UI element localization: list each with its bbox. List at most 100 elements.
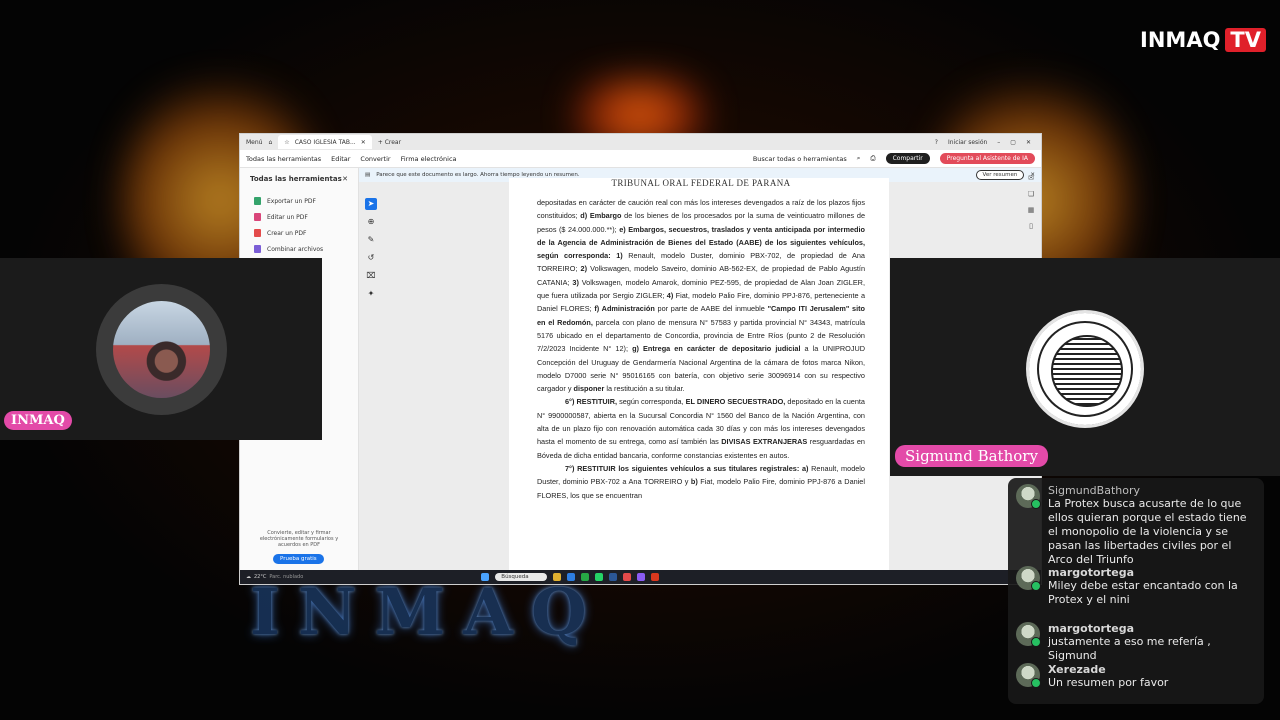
pen-icon[interactable]: ✎ [365,234,377,246]
text-select-icon[interactable]: ⌧ [365,270,377,282]
host-avatar-left [113,301,210,398]
tab-bar: Menú ⌂ ☆ CASO IGLESIA TAB... ✕ + Crear ?… [240,134,1041,150]
right-tools: ✉ ❏ ▦ ▯ [1025,174,1037,230]
search-icon[interactable]: ⌕ [857,154,861,163]
host-tag-right: Sigmund Bathory [895,445,1048,467]
tool-export-pdf[interactable]: Exportar un PDF [240,193,358,209]
start-icon[interactable] [481,573,490,581]
cursor-icon[interactable]: ➤ [365,198,377,210]
chat-username: margotortega [1048,566,1134,579]
menu-button[interactable]: Menú [246,139,262,146]
text-run-bold: g) Entrega en carácter de depositario ju… [632,344,801,354]
trial-button[interactable]: Prueba gratis [273,554,324,564]
star-icon[interactable]: ☆ [284,139,289,146]
chat-username: margotortega [1048,622,1134,635]
sheets-icon[interactable] [580,573,589,581]
lasso-icon[interactable]: ↺ [365,252,377,264]
chat-text: Un resumen por favor [1048,676,1169,689]
text-run: según corresponda, [617,397,686,407]
help-icon[interactable]: ? [935,139,938,146]
taskbar-search[interactable]: Búsqueda [495,573,547,581]
background-logo-text: INMAQ [250,575,605,650]
edge-icon[interactable] [566,573,575,581]
stream-stage: INMAQ INMAQ TV Menú ⌂ ☆ CASO IGLESIA TAB… [0,0,1280,720]
host-tag-left: INMAQ [4,411,72,430]
chat-avatar [1016,622,1041,647]
camera-right [890,258,1280,476]
channel-name: INMAQ [1140,28,1221,52]
close-tab-icon[interactable]: ✕ [361,139,366,146]
close-window-icon[interactable]: ✕ [1026,139,1031,146]
layers-icon[interactable]: ▦ [1025,206,1037,214]
stamp-icon[interactable]: ✦ [365,288,377,300]
chat-username: Xerezade [1048,663,1106,676]
bookmark-icon[interactable]: ❏ [1025,190,1037,198]
text-run-bold: disponer [573,384,605,394]
chrome-icon[interactable] [622,573,631,581]
chat-username: SigmundBathory [1048,484,1140,497]
acrobat-icon[interactable] [650,573,659,581]
page-header: TRIBUNAL ORAL FEDERAL DE PARANA [611,178,791,188]
chat-avatar [1016,484,1041,509]
comment-icon[interactable]: ✉ [1025,174,1037,182]
home-icon[interactable]: ⌂ [268,139,272,146]
tool-label: Exportar un PDF [267,197,316,205]
tools-promo-text: Convierte, editar y firmar electrónicame… [259,530,339,548]
share-button[interactable]: Compartir [885,153,930,164]
view-summary-button[interactable]: Ver resumen [975,170,1025,180]
paragraph-5: depositadas en carácter de caución real … [537,196,865,395]
explorer-icon[interactable] [552,573,561,581]
combine-icon [254,245,261,253]
text-run-bold: d) Embargo [580,211,622,221]
text-run: por parte de AABE del inmueble [654,304,768,314]
channel-tv-badge: TV [1225,28,1266,52]
menu-all-tools[interactable]: Todas las herramientas [246,155,321,163]
tools-panel-header: Todas las herramientas ✕ [240,168,358,193]
signin-link[interactable]: Iniciar sesión [948,139,987,146]
tool-edit-pdf[interactable]: Editar un PDF [240,209,358,225]
menu-bar: Todas las herramientas Editar Convertir … [240,150,1041,168]
zoom-icon[interactable]: ⊕ [365,216,377,228]
text-run-bold: 7°) RESTITUIR los siguientes vehículos a… [565,463,809,473]
menu-esign[interactable]: Firma electrónica [401,155,457,163]
text-run: la restitución a su titular. [604,384,685,394]
chat-text: Miley debe estar encantado con la Protex… [1048,579,1238,606]
pdf-page: TRIBUNAL ORAL FEDERAL DE PARANA deposita… [509,178,889,570]
tool-label: Crear un PDF [267,229,307,237]
quick-tools: ➤ ⊕ ✎ ↺ ⌧ ✦ [365,198,379,300]
tab-document-label: CASO IGLESIA TAB... [294,138,356,146]
menu-convert[interactable]: Convertir [360,155,390,163]
weather-icon: ☁ [246,574,251,580]
text-run-bold: b) [690,477,698,487]
ai-assistant-button[interactable]: Pregunta al Asistente de IA [939,153,1035,164]
new-tab-button[interactable]: + Crear [378,139,401,146]
word-icon[interactable] [608,573,617,581]
chat-overlay: SigmundBathory La Protex busca acusarte … [1008,478,1264,704]
maximize-icon[interactable]: ▢ [1010,139,1016,146]
chat-message: Xerezade Un resumen por favor [1016,663,1256,690]
whatsapp-icon[interactable] [594,573,603,581]
app-icon[interactable] [636,573,645,581]
tool-label: Combinar archivos [267,245,324,253]
chat-avatar [1016,663,1041,688]
minimize-icon[interactable]: – [997,139,1000,146]
print-icon[interactable]: ⎙ [870,154,875,163]
menu-edit[interactable]: Editar [331,155,350,163]
tab-document[interactable]: ☆ CASO IGLESIA TAB... ✕ [278,135,372,149]
doc-icon: ▤ [365,172,371,178]
chat-message: margotortega Miley debe estar encantado … [1016,566,1256,607]
chat-text: La Protex busca acusarte de lo que ellos… [1048,497,1247,566]
tool-combine-files[interactable]: Combinar archivos [240,241,358,257]
windows-taskbar: ☁ 22°C Parc. nublado Búsqueda [240,570,1041,584]
close-panel-icon[interactable]: ✕ [342,175,348,183]
search-tools-link[interactable]: Buscar todas o herramientas [753,155,847,163]
pages-icon[interactable]: ▯ [1025,222,1037,230]
tool-label: Editar un PDF [267,213,308,221]
weather-desc: Parc. nublado [269,574,304,580]
paragraph-7: 7°) RESTITUIR los siguientes vehículos a… [537,462,865,502]
tool-create-pdf[interactable]: Crear un PDF [240,225,358,241]
text-run-bold: f) Administración [594,304,655,314]
chat-avatar [1016,566,1041,591]
text-run-bold: DIVISAS EXTRANJERAS [721,437,808,447]
create-icon [254,229,261,237]
